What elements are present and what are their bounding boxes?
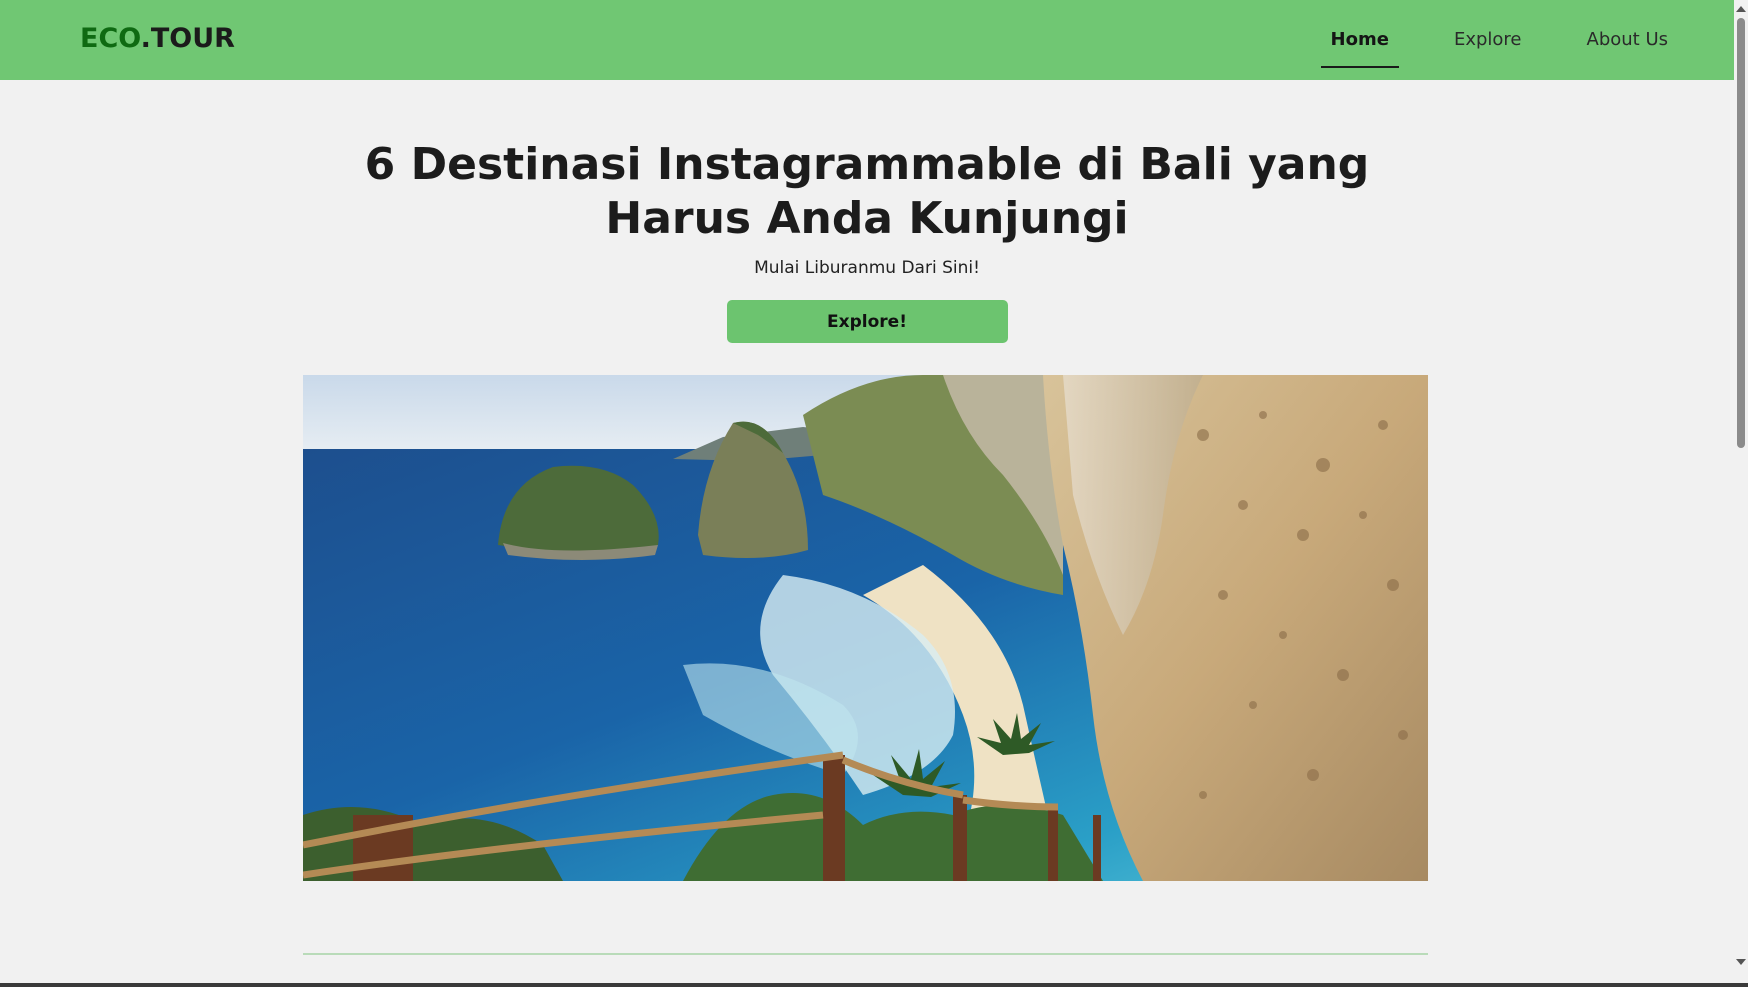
scroll-down-arrow-icon[interactable] [1736,959,1746,965]
nav-links: Home Explore About Us [1320,0,1679,80]
section-divider [303,953,1428,955]
nav-home[interactable]: Home [1320,28,1400,68]
scrollbar[interactable] [1734,0,1748,987]
nav-explore[interactable]: Explore [1444,28,1532,68]
window-bottom-edge [0,983,1748,987]
hero-section: 6 Destinasi Instagrammable di Bali yang … [0,80,1734,343]
scroll-up-arrow-icon[interactable] [1736,6,1746,12]
explore-button[interactable]: Explore! [726,300,1008,343]
scrollbar-thumb[interactable] [1737,18,1745,448]
brand-prefix: ECO [80,23,141,54]
hero-subtitle: Mulai Liburanmu Dari Sini! [754,258,980,278]
page: ECO.TOUR Home Explore About Us 6 Destina… [0,0,1748,987]
navbar: ECO.TOUR Home Explore About Us [0,0,1738,80]
page-title: 6 Destinasi Instagrammable di Bali yang … [364,139,1370,244]
brand-suffix: .TOUR [140,23,235,54]
nav-about-us[interactable]: About Us [1577,28,1679,68]
brand-logo[interactable]: ECO.TOUR [80,20,235,58]
hero-image-bali-coast [303,375,1428,881]
coast-photo-illustration [303,375,1428,881]
